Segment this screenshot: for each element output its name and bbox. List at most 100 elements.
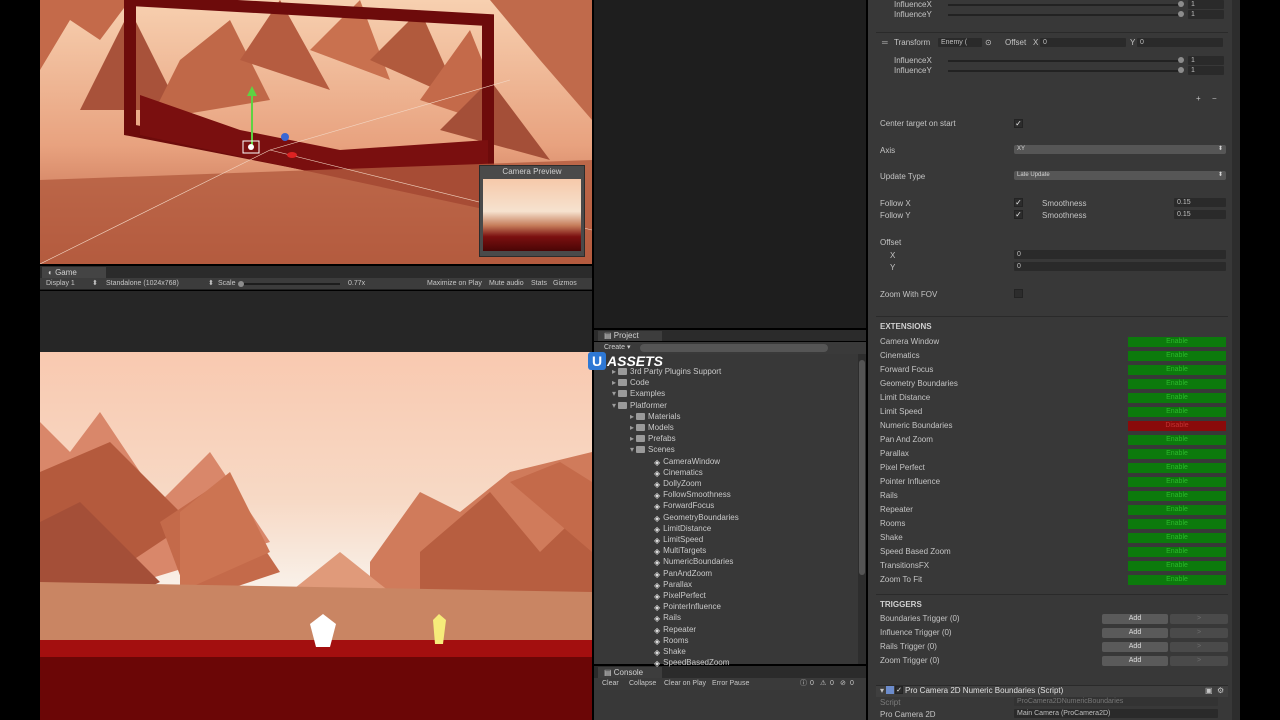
influence-y-value[interactable]: 1 <box>1188 10 1224 19</box>
tree-item-scene[interactable]: ◈ LimitSpeed <box>652 534 703 545</box>
tree-item-folder[interactable]: ▸ 3rd Party Plugins Support <box>612 366 721 377</box>
error-count[interactable]: 0 <box>850 678 854 690</box>
gear-icon[interactable]: ⚙ <box>1217 686 1224 695</box>
extension-toggle-button[interactable]: Enable <box>1128 365 1226 375</box>
extension-toggle-button[interactable]: Disable <box>1128 421 1226 431</box>
tree-item-folder[interactable]: ▸ Prefabs <box>630 433 676 444</box>
tab-game[interactable]: ◐ Game <box>42 267 106 278</box>
update-type-dropdown[interactable]: Late Update <box>1014 171 1226 180</box>
extension-toggle-button[interactable]: Enable <box>1128 491 1226 501</box>
offset-section-y-field[interactable]: 0 <box>1014 262 1226 271</box>
offset-y-field[interactable]: 0 <box>1137 38 1223 47</box>
extension-toggle-button[interactable]: Enable <box>1128 575 1226 585</box>
expand-arrow-icon[interactable]: ▸ <box>630 434 634 443</box>
tree-item-folder[interactable]: ▸ Code <box>612 377 649 388</box>
influence-y-value-2[interactable]: 1 <box>1188 66 1224 75</box>
resolution-dropdown[interactable]: Standalone (1024x768) <box>106 278 179 290</box>
scale-slider-knob[interactable] <box>238 281 244 287</box>
maximize-on-play-toggle[interactable]: Maximize on Play <box>427 278 482 290</box>
drag-handle-icon[interactable]: ═ <box>882 38 888 47</box>
offset-x-field[interactable]: 0 <box>1040 38 1126 47</box>
extension-toggle-button[interactable]: Enable <box>1128 463 1226 473</box>
extension-toggle-button[interactable]: Enable <box>1128 561 1226 571</box>
tree-item-scene[interactable]: ◈ ForwardFocus <box>652 500 714 511</box>
tree-item-folder[interactable]: ▾ Examples <box>612 388 665 399</box>
trigger-go-button[interactable]: > <box>1170 614 1228 624</box>
expand-arrow-icon[interactable]: ▸ <box>630 423 634 432</box>
influence-y-slider[interactable] <box>948 14 1180 16</box>
trigger-add-button[interactable]: Add <box>1102 628 1168 638</box>
influence-x-value[interactable]: 1 <box>1188 0 1224 9</box>
tree-item-scene[interactable]: ◈ DollyZoom <box>652 478 701 489</box>
tree-item-scene[interactable]: ◈ PointerInfluence <box>652 601 721 612</box>
error-pause-toggle[interactable]: Error Pause <box>712 678 749 690</box>
tree-item-scene[interactable]: ◈ GeometryBoundaries <box>652 512 739 523</box>
display-dropdown[interactable]: Display 1 <box>46 278 75 290</box>
influence-x-knob[interactable] <box>1178 1 1184 7</box>
mute-audio-toggle[interactable]: Mute audio <box>489 278 524 290</box>
trigger-add-button[interactable]: Add <box>1102 614 1168 624</box>
influence-y-knob-2[interactable] <box>1178 67 1184 73</box>
tree-item-scene[interactable]: ◈ Cinematics <box>652 467 703 478</box>
pro-camera-field[interactable]: Main Camera (ProCamera2D) <box>1014 709 1218 718</box>
remove-item-button[interactable]: − <box>1212 94 1217 103</box>
extension-toggle-button[interactable]: Enable <box>1128 533 1226 543</box>
tree-item-scene[interactable]: ◈ LimitDistance <box>652 523 711 534</box>
extension-toggle-button[interactable]: Enable <box>1128 337 1226 347</box>
extension-toggle-button[interactable]: Enable <box>1128 379 1226 389</box>
add-item-button[interactable]: + <box>1196 94 1201 103</box>
extension-toggle-button[interactable]: Enable <box>1128 435 1226 445</box>
tree-item-folder[interactable]: ▾ Scenes <box>630 444 675 455</box>
game-view[interactable] <box>40 352 592 720</box>
extension-toggle-button[interactable]: Enable <box>1128 547 1226 557</box>
smoothness-y-field[interactable]: 0.15 <box>1174 210 1226 219</box>
axis-dropdown[interactable]: XY <box>1014 145 1226 154</box>
project-scrollbar-thumb[interactable] <box>859 360 865 575</box>
tree-item-scene[interactable]: ◈ FollowSmoothness <box>652 489 731 500</box>
trigger-go-button[interactable]: > <box>1170 628 1228 638</box>
collapse-toggle[interactable]: Collapse <box>629 678 656 690</box>
trigger-add-button[interactable]: Add <box>1102 656 1168 666</box>
tree-item-scene[interactable]: ◈ NumericBoundaries <box>652 556 733 567</box>
tree-item-scene[interactable]: ◈ Shake <box>652 646 686 657</box>
search-input[interactable] <box>640 344 828 352</box>
tree-item-scene[interactable]: ◈ Rails <box>652 612 681 623</box>
fold-arrow-icon[interactable]: ▾ <box>880 686 884 695</box>
expand-arrow-icon[interactable]: ▾ <box>612 401 616 410</box>
center-target-checkbox[interactable]: ✓ <box>1014 119 1023 128</box>
influence-y-knob[interactable] <box>1178 11 1184 17</box>
extension-toggle-button[interactable]: Enable <box>1128 407 1226 417</box>
influence-x-value-2[interactable]: 1 <box>1188 56 1224 65</box>
tree-item-scene[interactable]: ◈ PixelPerfect <box>652 590 706 601</box>
gizmos-dropdown[interactable]: Gizmos <box>553 278 577 290</box>
follow-x-checkbox[interactable]: ✓ <box>1014 198 1023 207</box>
help-icon[interactable]: ▣ <box>1205 686 1213 695</box>
offset-section-x-field[interactable]: 0 <box>1014 250 1226 259</box>
follow-y-checkbox[interactable]: ✓ <box>1014 210 1023 219</box>
log-count[interactable]: 0 <box>810 678 814 690</box>
transform-field[interactable]: Enemy ( <box>938 38 982 47</box>
tree-item-folder[interactable]: ▸ Models <box>630 422 674 433</box>
expand-arrow-icon[interactable]: ▸ <box>612 367 616 376</box>
influence-x-slider[interactable] <box>948 4 1180 6</box>
component-enabled-checkbox[interactable]: ✓ <box>895 686 903 694</box>
influence-x-knob-2[interactable] <box>1178 57 1184 63</box>
extension-toggle-button[interactable]: Enable <box>1128 449 1226 459</box>
expand-arrow-icon[interactable]: ▸ <box>612 378 616 387</box>
scale-slider[interactable] <box>240 283 340 285</box>
influence-x-slider-2[interactable] <box>948 60 1180 62</box>
target-picker-icon[interactable]: ⊙ <box>985 38 992 47</box>
expand-arrow-icon[interactable]: ▾ <box>630 445 634 454</box>
tree-item-scene[interactable]: ◈ Repeater <box>652 624 696 635</box>
tree-item-scene[interactable]: ◈ MultiTargets <box>652 545 706 556</box>
tree-item-folder[interactable]: ▸ Materials <box>630 411 680 422</box>
tree-item-scene[interactable]: ◈ Rooms <box>652 635 689 646</box>
tab-console[interactable]: ▤ Console <box>598 667 662 678</box>
tree-item-scene[interactable]: ◈ SpeedBasedZoom <box>652 657 729 668</box>
extension-toggle-button[interactable]: Enable <box>1128 519 1226 529</box>
clear-on-play-toggle[interactable]: Clear on Play <box>664 678 706 690</box>
extension-toggle-button[interactable]: Enable <box>1128 351 1226 361</box>
extension-toggle-button[interactable]: Enable <box>1128 477 1226 487</box>
expand-arrow-icon[interactable]: ▾ <box>612 389 616 398</box>
expand-arrow-icon[interactable]: ▸ <box>630 412 634 421</box>
